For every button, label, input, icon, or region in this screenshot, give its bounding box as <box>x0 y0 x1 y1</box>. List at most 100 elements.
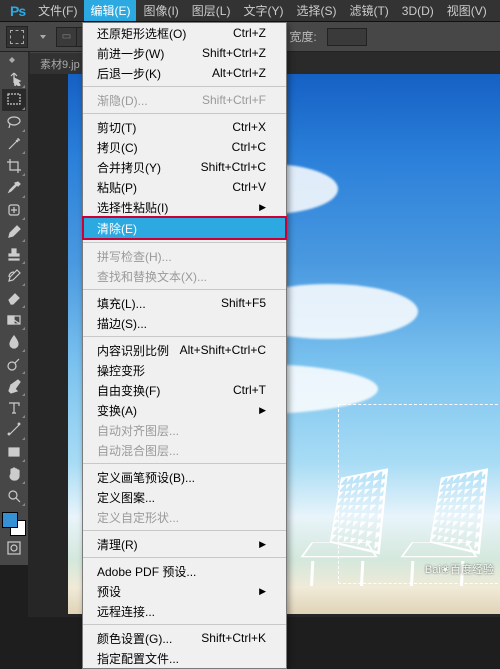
menu-item[interactable]: 前进一步(W)Shift+Ctrl+Z <box>83 43 286 63</box>
menu-item-label: 定义画笔预设(B)... <box>97 469 195 486</box>
menu-item-label: 变换(A) <box>97 402 137 419</box>
tool-brush[interactable] <box>2 221 26 243</box>
menu-item-shortcut: Ctrl+C <box>232 140 266 154</box>
menu-item-label: 定义自定形状... <box>97 509 179 526</box>
menu-item-label: 自动混合图层... <box>97 442 179 459</box>
menu-item-label: 清理(R) <box>97 536 138 553</box>
tool-move[interactable] <box>2 67 26 89</box>
tool-wand[interactable] <box>2 133 26 155</box>
width-label: 宽度: <box>289 28 316 45</box>
menu-file[interactable]: 文件(F) <box>32 0 83 21</box>
menu-item: 自动混合图层... <box>83 440 286 460</box>
menu-view[interactable]: 视图(V) <box>441 0 493 21</box>
menu-item: 自动对齐图层... <box>83 420 286 440</box>
submenu-arrow-icon: ▶ <box>259 586 266 597</box>
menu-item[interactable]: 后退一步(K)Alt+Ctrl+Z <box>83 63 286 83</box>
menu-window[interactable]: 窗口(W) <box>494 0 500 21</box>
menu-layer[interactable]: 图层(L) <box>186 0 237 21</box>
menu-item-label: 粘贴(P) <box>97 179 137 196</box>
menu-item-label: 操控变形 <box>97 362 145 379</box>
menu-item: 渐隐(D)...Shift+Ctrl+F <box>83 90 286 110</box>
tool-marquee[interactable] <box>2 89 26 111</box>
menu-item[interactable]: 远程连接... <box>83 601 286 621</box>
menu-edit[interactable]: 编辑(E) <box>84 0 136 21</box>
color-swatches[interactable] <box>2 512 26 536</box>
edit-menu-dropdown: 还原矩形选框(O)Ctrl+Z前进一步(W)Shift+Ctrl+Z后退一步(K… <box>82 22 287 669</box>
quickmask-toggle[interactable] <box>2 537 26 559</box>
tool-path[interactable] <box>2 419 26 441</box>
menu-item-label: 颜色设置(G)... <box>97 630 172 647</box>
tool-hand[interactable] <box>2 463 26 485</box>
menu-item-shortcut: Shift+Ctrl+F <box>202 93 266 107</box>
menu-select[interactable]: 选择(S) <box>290 0 342 21</box>
app-logo: Ps <box>4 3 31 19</box>
menu-item: 查找和替换文本(X)... <box>83 266 286 286</box>
tool-preset-icon[interactable] <box>6 26 28 48</box>
menu-item-shortcut: Ctrl+X <box>232 120 266 134</box>
menu-item[interactable]: 预设 ▶ <box>83 581 286 601</box>
document-tab[interactable]: 素材9.jp <box>30 52 90 74</box>
menu-item[interactable]: 颜色设置(G)...Shift+Ctrl+K <box>83 628 286 648</box>
menu-filter[interactable]: 滤镜(T) <box>343 0 394 21</box>
menu-item: 拼写检查(H)... <box>83 246 286 266</box>
menu-item[interactable]: 内容识别比例Alt+Shift+Ctrl+C <box>83 340 286 360</box>
menu-item-label: 后退一步(K) <box>97 65 161 82</box>
panel-collapse-icon[interactable] <box>9 57 19 63</box>
menu-item-label: 指定配置文件... <box>97 650 179 667</box>
menu-item-label: 剪切(T) <box>97 119 136 136</box>
tool-crop[interactable] <box>2 155 26 177</box>
tool-history[interactable] <box>2 265 26 287</box>
width-input[interactable] <box>327 28 367 46</box>
tool-heal[interactable] <box>2 199 26 221</box>
menu-item-label: 合并拷贝(Y) <box>97 159 161 176</box>
menu-3d[interactable]: 3D(D) <box>396 2 440 20</box>
marquee-selection[interactable] <box>338 404 500 584</box>
menu-item-label: 内容识别比例 <box>97 342 169 359</box>
menu-item[interactable]: 清除(E) <box>83 217 286 239</box>
menu-item-label: 前进一步(W) <box>97 45 164 62</box>
chevron-down-icon[interactable] <box>40 35 46 39</box>
menu-item[interactable]: 剪切(T) Ctrl+X <box>83 117 286 137</box>
menu-item-shortcut: Shift+F5 <box>221 296 266 310</box>
menu-item-shortcut: Shift+Ctrl+C <box>201 160 266 174</box>
tool-type[interactable] <box>2 397 26 419</box>
tool-pen[interactable] <box>2 375 26 397</box>
menu-item-label: 选择性粘贴(I) <box>97 199 168 216</box>
menu-item[interactable]: 清理(R)▶ <box>83 534 286 554</box>
tools-panel <box>0 52 28 565</box>
menu-item[interactable]: Adobe PDF 预设... <box>83 561 286 581</box>
tool-rect[interactable] <box>2 441 26 463</box>
menu-item[interactable]: 指定配置文件... <box>83 648 286 668</box>
menu-item[interactable]: 定义图案... <box>83 487 286 507</box>
foreground-color[interactable] <box>2 512 18 528</box>
menu-item[interactable]: 选择性粘贴(I) ▶ <box>83 197 286 217</box>
menu-item[interactable]: 粘贴(P)Ctrl+V <box>83 177 286 197</box>
menu-item[interactable]: 还原矩形选框(O)Ctrl+Z <box>83 23 286 43</box>
menu-type[interactable]: 文字(Y) <box>237 0 289 21</box>
tool-zoom[interactable] <box>2 485 26 507</box>
tool-eyedropper[interactable] <box>2 177 26 199</box>
menu-item[interactable]: 定义画笔预设(B)... <box>83 467 286 487</box>
tool-stamp[interactable] <box>2 243 26 265</box>
menu-item[interactable]: 自由变换(F)Ctrl+T <box>83 380 286 400</box>
menu-item[interactable]: 描边(S)... <box>83 313 286 333</box>
menu-item[interactable]: 填充(L)... Shift+F5 <box>83 293 286 313</box>
menu-item-label: 填充(L)... <box>97 295 146 312</box>
tool-gradient[interactable] <box>2 309 26 331</box>
menu-item-shortcut: Ctrl+Z <box>233 26 266 40</box>
menu-item[interactable]: 操控变形 <box>83 360 286 380</box>
tool-dodge[interactable] <box>2 353 26 375</box>
menu-item[interactable]: 合并拷贝(Y) Shift+Ctrl+C <box>83 157 286 177</box>
menu-item-label: 查找和替换文本(X)... <box>97 268 207 285</box>
tool-lasso[interactable] <box>2 111 26 133</box>
menu-image[interactable]: 图像(I) <box>137 0 184 21</box>
menu-item[interactable]: 变换(A)▶ <box>83 400 286 420</box>
menu-item-label: Adobe PDF 预设... <box>97 563 196 580</box>
tool-eraser[interactable] <box>2 287 26 309</box>
tool-blur[interactable] <box>2 331 26 353</box>
menu-item[interactable]: 拷贝(C)Ctrl+C <box>83 137 286 157</box>
menu-item: 定义自定形状... <box>83 507 286 527</box>
menu-item-label: 预设 <box>97 583 121 600</box>
mode-new-icon[interactable]: ▭ <box>57 28 77 46</box>
submenu-arrow-icon: ▶ <box>259 202 266 213</box>
